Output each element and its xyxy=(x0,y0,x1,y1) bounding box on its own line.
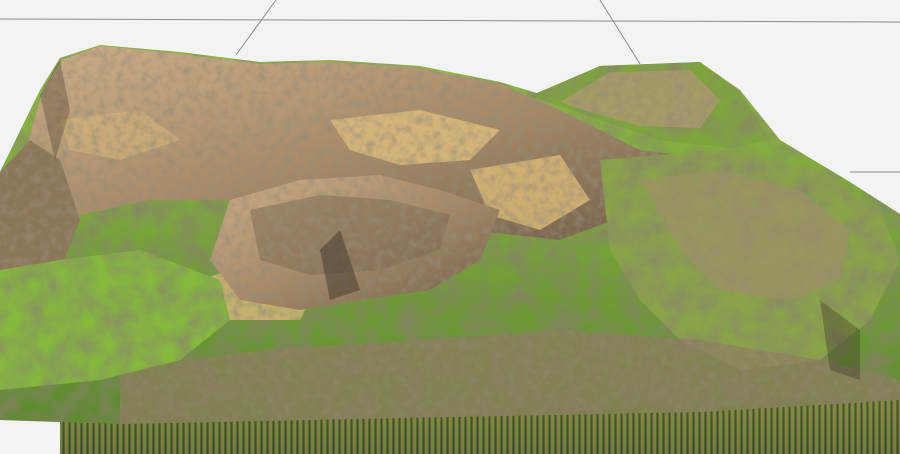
3d-viewport[interactable] xyxy=(0,0,900,454)
terrain-surface xyxy=(0,45,900,424)
terrain-render xyxy=(0,0,900,454)
